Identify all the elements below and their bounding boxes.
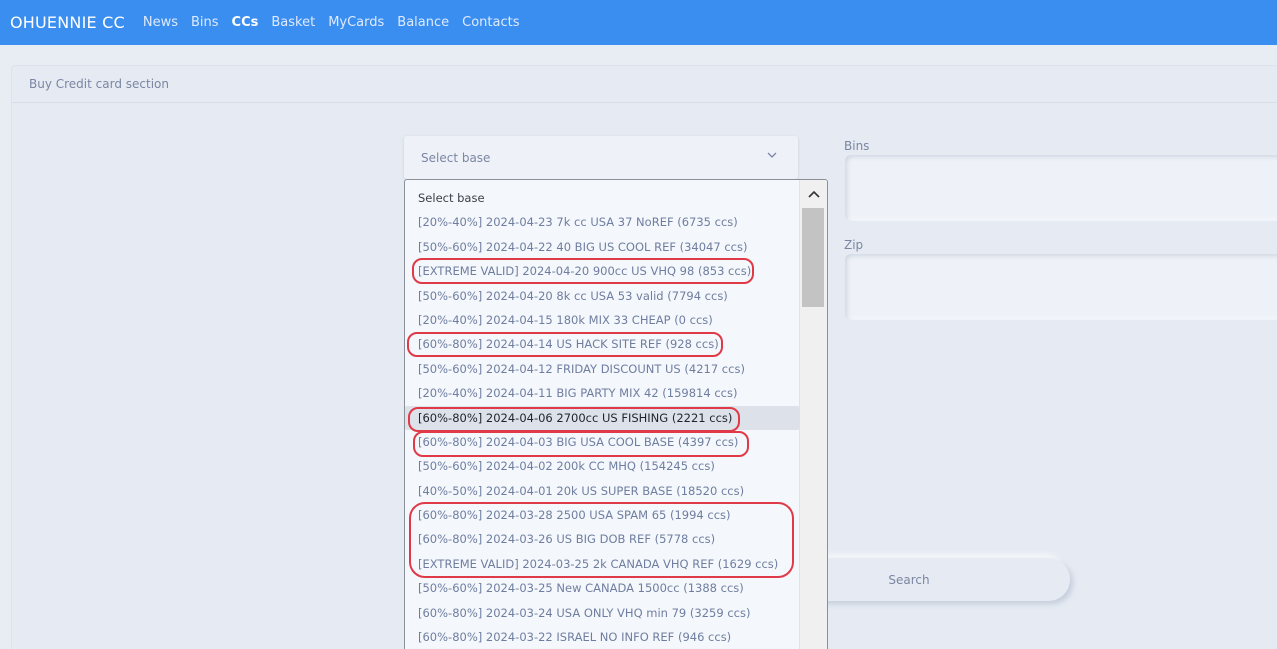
nav-link-news[interactable]: News (143, 15, 178, 30)
nav-link-ccs[interactable]: CCs (232, 15, 259, 30)
base-options: Select base [20%-40%] 2024-04-23 7k cc US… (405, 186, 799, 649)
zip-label: Zip (844, 238, 864, 252)
base-option[interactable]: [20%-40%] 2024-04-23 7k cc USA 37 NoREF … (405, 210, 799, 234)
base-option[interactable]: [20%-40%] 2024-04-15 180k MIX 33 CHEAP (… (405, 308, 799, 332)
scroll-up-arrow-icon[interactable] (800, 184, 827, 204)
base-option[interactable]: [60%-80%] 2024-04-03 BIG USA COOL BASE (… (405, 430, 799, 454)
base-option[interactable]: [50%-60%] 2024-04-12 FRIDAY DISCOUNT US … (405, 357, 799, 381)
base-option[interactable]: [60%-80%] 2024-04-06 2700cc US FISHING (… (405, 405, 799, 430)
base-option[interactable]: [60%-80%] 2024-03-26 US BIG DOB REF (577… (405, 527, 799, 551)
base-option[interactable]: [60%-80%] 2024-04-14 US HACK SITE REF (9… (405, 332, 799, 356)
base-option[interactable]: [50%-60%] 2024-04-20 8k cc USA 53 valid … (405, 284, 799, 308)
section-title: Buy Credit card section (12, 66, 1277, 103)
base-option[interactable]: [EXTREME VALID] 2024-04-20 900cc US VHQ … (405, 259, 799, 283)
nav-link-basket[interactable]: Basket (271, 15, 315, 30)
base-option[interactable]: [60%-80%] 2024-03-28 2500 USA SPAM 65 (1… (405, 503, 799, 527)
dropdown-scrollbar[interactable] (799, 180, 827, 649)
base-option[interactable]: [50%-60%] 2024-03-25 New CANADA 1500cc (… (405, 576, 799, 600)
top-navbar: OHUENNIE CC News Bins CCs Basket MyCards… (0, 0, 1277, 45)
base-option[interactable]: [50%-60%] 2024-04-02 200k CC MHQ (154245… (405, 454, 799, 478)
base-option[interactable]: [20%-40%] 2024-04-11 BIG PARTY MIX 42 (1… (405, 381, 799, 405)
brand-logo[interactable]: OHUENNIE CC (10, 13, 125, 32)
bins-label: Bins (844, 139, 870, 153)
nav-link-balance[interactable]: Balance (397, 15, 449, 30)
base-select[interactable]: Select base (404, 136, 798, 179)
base-option[interactable]: [EXTREME VALID] 2024-03-25 2k CANADA VHQ… (405, 552, 799, 576)
nav-link-bins[interactable]: Bins (191, 15, 219, 30)
nav-link-contacts[interactable]: Contacts (462, 15, 519, 30)
base-option[interactable]: [60%-80%] 2024-03-22 ISRAEL NO INFO REF … (405, 625, 799, 649)
nav-link-mycards[interactable]: MyCards (328, 15, 384, 30)
base-dropdown-list[interactable]: Select base [20%-40%] 2024-04-23 7k cc US… (404, 179, 828, 649)
chevron-down-icon (767, 152, 777, 158)
zip-input[interactable] (845, 254, 1277, 320)
base-select-value: Select base (421, 150, 491, 165)
base-option[interactable]: [50%-60%] 2024-04-22 40 BIG US COOL REF … (405, 235, 799, 259)
option-placeholder[interactable]: Select base (405, 186, 799, 210)
bins-input[interactable] (845, 155, 1277, 221)
base-option[interactable]: [60%-80%] 2024-03-24 USA ONLY VHQ min 79… (405, 601, 799, 625)
base-option[interactable]: [40%-50%] 2024-04-01 20k US SUPER BASE (… (405, 479, 799, 503)
scroll-thumb[interactable] (802, 208, 824, 307)
